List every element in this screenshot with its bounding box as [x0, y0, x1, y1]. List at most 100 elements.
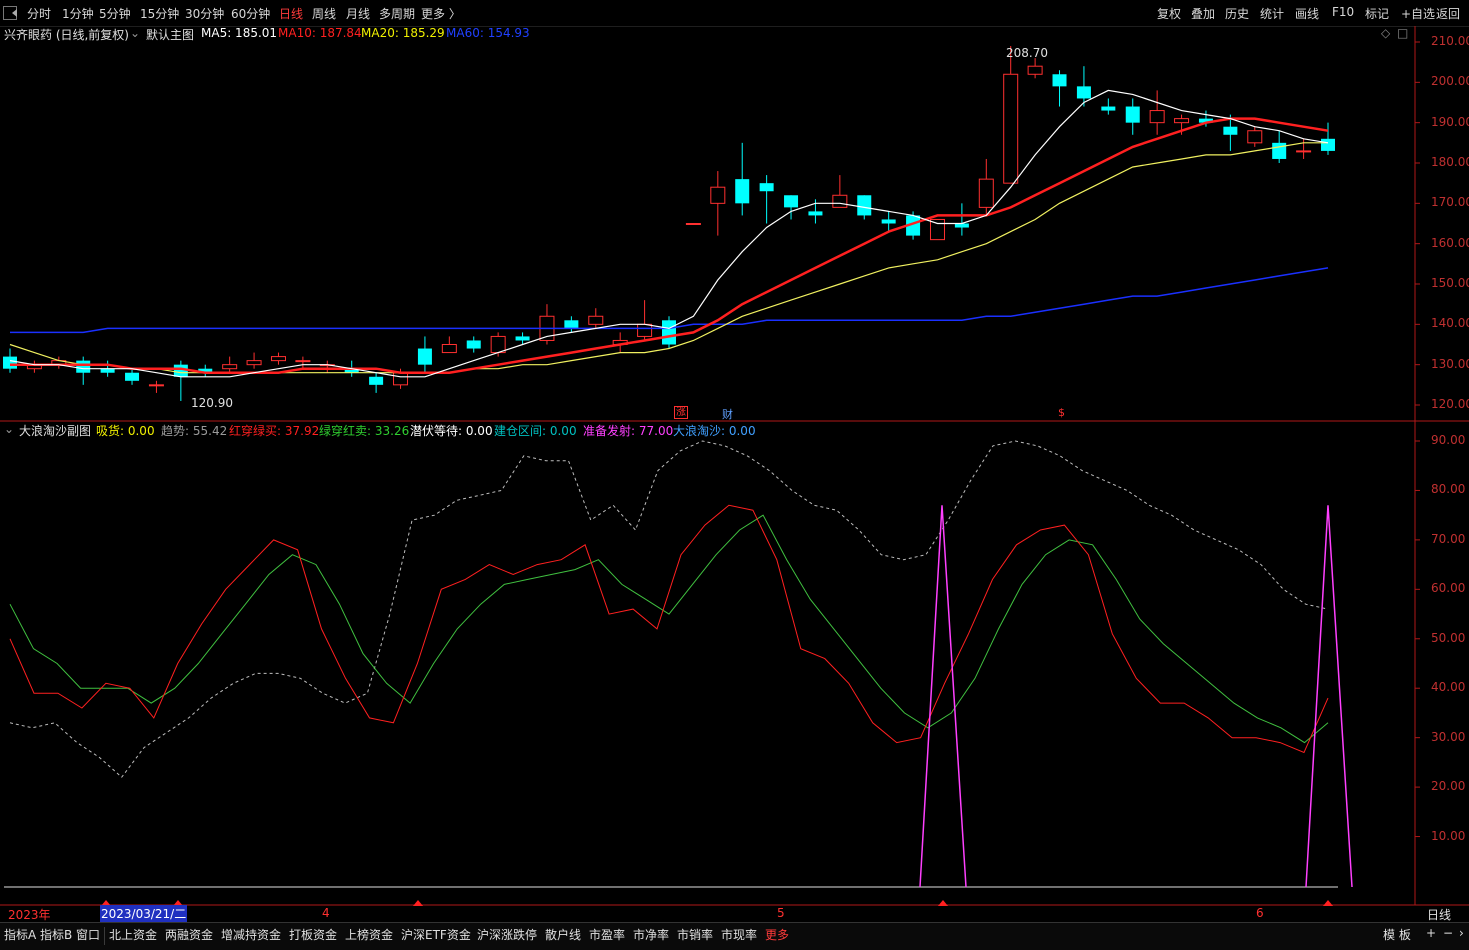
ind-xihuo: 吸货: 0.00 [96, 424, 155, 438]
sub-y-tick: 50.00 [1431, 630, 1466, 645]
kline-chart[interactable] [0, 0, 1469, 922]
tab-etf-funds[interactable]: 沪深ETF资金 [401, 926, 471, 943]
candle-body-down [857, 195, 872, 216]
zoom-out-button[interactable]: − [1443, 926, 1453, 940]
month-label-jun: 6 [1256, 906, 1264, 920]
tab-limitup-funds[interactable]: 打板资金 [289, 926, 337, 943]
dividend-mark[interactable]: $ [1058, 406, 1065, 419]
tab-billboard-funds[interactable]: 上榜资金 [345, 926, 393, 943]
tab-window[interactable]: 窗口 [76, 926, 100, 943]
candle-body-down [881, 219, 896, 224]
candle-body-up [490, 335, 506, 354]
candle-body-up [270, 356, 286, 362]
tab-more[interactable]: 更多 [765, 926, 789, 943]
year-label: 2023年 [8, 908, 51, 922]
month-label-may: 5 [777, 906, 785, 920]
sub-dropdown-icon[interactable]: ⌄ [4, 422, 14, 436]
tab-pb[interactable]: 市净率 [633, 926, 669, 943]
trend-line [9, 440, 1329, 778]
green-cross-line [9, 514, 1329, 744]
template-dropdown-icon[interactable]: ⌄ [130, 26, 140, 40]
candle-body-down [1052, 74, 1067, 87]
stock-title: 兴齐眼药 (日线,前复权) [4, 28, 129, 42]
sub-y-tick: 10.00 [1431, 828, 1466, 843]
low-price-label: 120.90 [191, 396, 233, 410]
candle-body-up [1247, 130, 1263, 144]
prepare-spike [1305, 505, 1353, 888]
template-button[interactable]: 模 板 [1383, 926, 1411, 943]
sub-y-tick: 30.00 [1431, 729, 1466, 744]
candle-body-down [1076, 86, 1091, 99]
candle-body-up [978, 178, 994, 208]
ma5-label: MA5: 185.01 [201, 26, 278, 40]
tab-holding-change[interactable]: 增减持资金 [221, 926, 281, 943]
candle-body-down [564, 320, 579, 329]
sub-title[interactable]: 大浪淘沙副图 [19, 422, 91, 439]
finance-mark[interactable]: 财 [722, 406, 733, 422]
sub-y-tick: 40.00 [1431, 680, 1466, 695]
candle-body-down [515, 336, 530, 341]
sub-y-tick: 80.00 [1431, 482, 1466, 497]
indicator-tab-bar: 指标A 指标B 窗口 北上资金 两融资金 增减持资金 打板资金 上榜资金 沪深E… [0, 922, 1469, 950]
high-price-label: 208.70 [1006, 46, 1048, 60]
ind-dalang: 大浪淘沙: 0.00 [673, 424, 756, 438]
candle-body-down [76, 360, 91, 373]
cursor-date-label: 2023/03/21/二 [100, 905, 188, 922]
tab-separator [104, 927, 105, 945]
tab-indicator-a[interactable]: 指标A [4, 926, 36, 943]
candle-body-down [1125, 106, 1140, 123]
candle-body-down [3, 356, 17, 369]
zoom-in-button[interactable]: + [1426, 926, 1436, 940]
ma60-label: MA60: 154.93 [446, 26, 530, 40]
ma10-label: MA10: 187.84 [278, 26, 362, 40]
ind-prepare: 准备发射: 77.00 [583, 424, 674, 438]
diamond-icon[interactable]: ◇ [1381, 26, 1390, 40]
ind-trend: 趋势: 55.42 [161, 424, 228, 438]
limit-up-mark[interactable]: 涨 [674, 406, 688, 419]
tab-limit-stats[interactable]: 沪深涨跌停 [477, 926, 537, 943]
candle-body-down [1321, 138, 1335, 151]
red-cross-line [9, 504, 1329, 754]
candle-body-down [759, 183, 774, 192]
main-y-tick: 150.00 [1431, 276, 1469, 290]
scroll-right-button[interactable]: › [1459, 926, 1464, 940]
ind-wait: 潜伏等待: 0.00 [410, 424, 493, 438]
month-label-apr: 4 [322, 906, 330, 920]
sub-y-tick: 90.00 [1431, 433, 1466, 447]
expand-icon[interactable]: □ [1397, 26, 1408, 40]
ind-build: 建仓区间: 0.00 [494, 424, 577, 438]
time-marker-arrow [1323, 900, 1333, 906]
tab-indicator-b[interactable]: 指标B [40, 926, 72, 943]
time-marker-arrow [413, 900, 423, 906]
main-y-tick: 190.00 [1431, 114, 1469, 129]
sub-y-tick: 70.00 [1431, 531, 1466, 546]
prepare-spike [919, 505, 967, 888]
tab-northbound[interactable]: 北上资金 [109, 926, 157, 943]
candle-body-down [735, 179, 750, 204]
candle-body-down [784, 195, 799, 208]
candle-body-down [417, 348, 432, 365]
main-y-tick: 130.00 [1431, 356, 1469, 371]
ma20-label: MA20: 185.29 [361, 26, 445, 40]
main-y-tick: 210.00 [1431, 34, 1469, 48]
candle-body-down [100, 368, 115, 373]
ind-red-cross: 红穿绿买: 37.92 [229, 424, 320, 438]
candle-body-up [710, 186, 726, 204]
candle-body-up [1296, 150, 1312, 153]
candle-body-up [393, 372, 409, 386]
ind-green-cross: 绿穿红卖: 33.26 [319, 424, 410, 438]
main-y-tick: 180.00 [1431, 155, 1469, 169]
tab-pe[interactable]: 市盈率 [589, 926, 625, 943]
sub-y-tick: 20.00 [1431, 779, 1466, 794]
candle-body-up [246, 360, 262, 366]
tab-margin[interactable]: 两融资金 [165, 926, 213, 943]
tab-retail-line[interactable]: 散户线 [545, 926, 581, 943]
main-y-tick: 170.00 [1431, 195, 1469, 210]
main-template-label[interactable]: 默认主图 [146, 26, 194, 43]
candle-body-down [125, 372, 140, 381]
candle-body-up [295, 360, 311, 363]
tab-ps[interactable]: 市销率 [677, 926, 713, 943]
main-y-tick: 140.00 [1431, 316, 1469, 331]
candle-body-up [637, 323, 653, 337]
tab-pcf[interactable]: 市现率 [721, 926, 757, 943]
